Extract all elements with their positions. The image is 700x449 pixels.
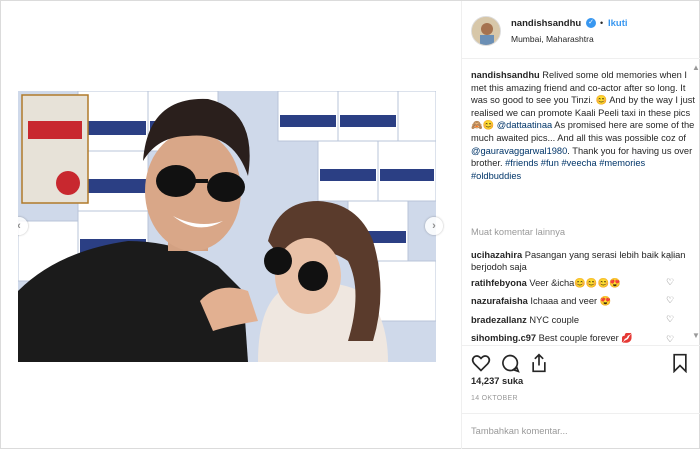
comment-like-heart-icon[interactable]: ♡	[666, 277, 674, 288]
heart-icon[interactable]	[471, 353, 491, 373]
photo-illustration	[18, 91, 436, 362]
comment-like-heart-icon[interactable]: ♡	[666, 334, 674, 345]
post-date[interactable]: 14 OKTOBER	[471, 395, 518, 402]
verified-badge-icon: ✓	[586, 18, 596, 28]
post-caption: nandishsandhu Relived some old memories …	[471, 69, 695, 182]
comments-list[interactable]: nandishsandhu Relived some old memories …	[462, 63, 700, 345]
like-count[interactable]: 14,237 suka	[471, 376, 523, 386]
comment-item: ratihfebyona Veer &icha😊😊😊😍	[471, 277, 686, 289]
comment-text: NYC couple	[526, 315, 580, 325]
comment-item: ucihazahira Pasangan yang serasi lebih b…	[471, 249, 686, 273]
next-photo-chevron-right-icon[interactable]: ›	[425, 217, 443, 235]
load-more-comments-button[interactable]: Muat komentar lainnya	[471, 227, 565, 237]
comment-text: Veer &icha😊😊😊😍	[526, 278, 621, 288]
mention-link[interactable]: @dattaatinaa	[497, 120, 552, 130]
location-link[interactable]: Mumbai, Maharashtra	[511, 34, 594, 44]
bookmark-icon[interactable]	[670, 353, 690, 373]
action-bar	[462, 345, 700, 375]
comment-username[interactable]: nazurafaisha	[471, 296, 528, 306]
post-side-panel: nandishsandhu ✓ • Ikuti Mumbai, Maharash…	[461, 1, 700, 449]
comment-item: nazurafaisha Ichaaa and veer 😍	[471, 295, 686, 307]
post-header: nandishsandhu ✓ • Ikuti Mumbai, Maharash…	[462, 1, 700, 59]
comment-text: Ichaaa and veer 😍	[527, 296, 612, 306]
comment-username[interactable]: bradezallanz	[471, 315, 527, 325]
comment-icon[interactable]	[500, 353, 520, 373]
follow-button[interactable]: Ikuti	[608, 18, 628, 29]
comment-username[interactable]: ratihfebyona	[471, 278, 527, 288]
comment-item: sihombing.c97 Best couple forever 💋	[471, 332, 686, 344]
separator-dot: •	[600, 18, 604, 28]
scroll-up-arrow-icon[interactable]: ▲	[692, 63, 700, 72]
post-photo[interactable]: ‹	[18, 91, 436, 362]
comment-username[interactable]: ucihazahira	[471, 250, 522, 260]
scroll-down-arrow-icon[interactable]: ▼	[692, 331, 700, 340]
header-username[interactable]: nandishsandhu	[511, 18, 581, 29]
avatar[interactable]	[471, 16, 501, 46]
comment-like-heart-icon[interactable]: ♡	[666, 295, 674, 306]
add-comment-section	[462, 413, 700, 449]
caption-username[interactable]: nandishsandhu	[471, 70, 540, 80]
comment-like-heart-icon[interactable]: ♡	[666, 314, 674, 325]
avatar-image	[472, 17, 500, 45]
comment-like-heart-icon[interactable]: ♡	[666, 253, 674, 264]
comment-item: bradezallanz NYC couple	[471, 314, 686, 326]
share-icon[interactable]	[529, 353, 549, 373]
mention-link[interactable]: @gauravaggarwal1980	[471, 146, 567, 156]
post-modal: ‹ › nandishsandhu ✓ • Ikuti Mumbai, Maha…	[0, 0, 700, 449]
add-comment-input[interactable]	[471, 426, 671, 436]
comment-text: Best couple forever 💋	[536, 333, 633, 343]
comment-username[interactable]: sihombing.c97	[471, 333, 536, 343]
